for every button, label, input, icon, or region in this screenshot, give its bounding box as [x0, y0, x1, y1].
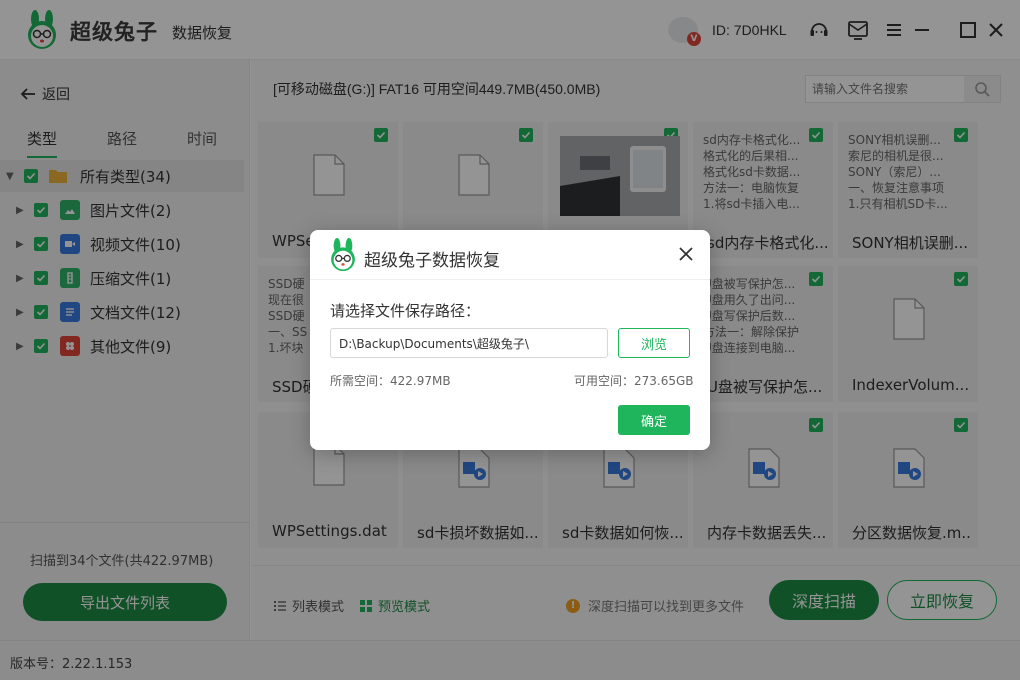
dialog-divider [310, 279, 710, 280]
required-space: 所需空间：422.97MB [330, 374, 451, 388]
confirm-button[interactable]: 确定 [618, 405, 690, 435]
save-path-input[interactable] [330, 328, 608, 358]
close-icon [679, 247, 693, 261]
browse-button[interactable]: 浏览 [618, 328, 690, 358]
dialog-title: 超级兔子数据恢复 [364, 251, 500, 271]
rabbit-logo-icon [331, 238, 355, 272]
dialog-close-button[interactable] [674, 242, 698, 266]
available-space: 可用空间：273.65GB [574, 374, 694, 388]
save-path-label: 请选择文件保存路径： [330, 302, 481, 320]
save-path-dialog: 超级兔子数据恢复 请选择文件保存路径： 浏览 所需空间：422.97MB 可用空… [310, 230, 710, 450]
